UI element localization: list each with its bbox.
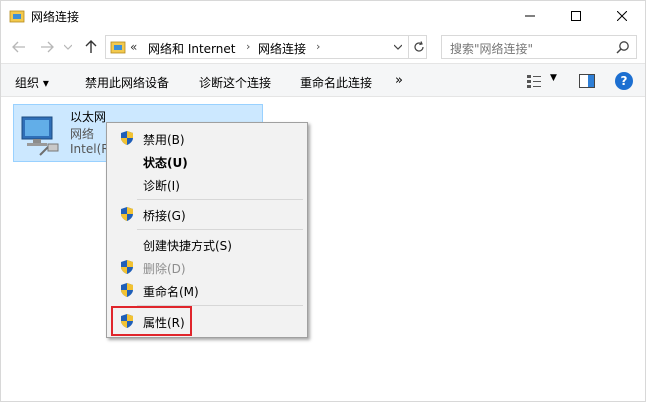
arrow-right-icon bbox=[41, 41, 54, 53]
adapter-device: Intel(R bbox=[70, 142, 110, 156]
view-dropdown-button[interactable]: ▼ bbox=[550, 73, 557, 83]
uac-shield-icon bbox=[121, 260, 133, 274]
search-box[interactable]: 搜索"网络连接" bbox=[441, 35, 637, 59]
address-bar[interactable]: « 网络和 Internet › 网络连接 › bbox=[105, 35, 427, 59]
chevron-down-icon bbox=[394, 44, 402, 50]
forward-button[interactable] bbox=[37, 37, 57, 57]
more-commands-button[interactable]: » bbox=[395, 73, 403, 88]
breadcrumb-network-connections[interactable]: 网络连接 bbox=[258, 40, 306, 57]
title-bar[interactable]: 网络连接 bbox=[1, 1, 645, 31]
uac-shield-icon bbox=[121, 283, 133, 297]
network-folder-icon bbox=[110, 41, 126, 54]
breadcrumb-separator[interactable]: › bbox=[246, 40, 250, 53]
minimize-icon bbox=[525, 15, 535, 17]
menu-item-diagnose[interactable]: 诊断(I) bbox=[109, 173, 305, 195]
refresh-icon bbox=[413, 41, 424, 52]
view-options-icon[interactable] bbox=[526, 73, 542, 89]
menu-item-label: 重命名(M) bbox=[143, 285, 199, 299]
close-icon bbox=[617, 11, 627, 21]
properties-highlight-box bbox=[111, 306, 192, 336]
adapter-name: 以太网 bbox=[70, 110, 107, 124]
maximize-icon bbox=[571, 11, 581, 21]
menu-item-label: 诊断(I) bbox=[143, 179, 180, 193]
search-placeholder: 搜索"网络连接" bbox=[450, 42, 534, 56]
recent-locations-button[interactable] bbox=[61, 37, 75, 57]
connections-list: 以太网 网络 Intel(R bbox=[1, 97, 645, 401]
breadcrumb-network-internet[interactable]: 网络和 Internet bbox=[148, 40, 235, 57]
network-connections-window: 网络连接 « 网络和 Internet › 网络连接 › 搜索"网络连接" 组织… bbox=[0, 0, 646, 402]
command-bar: 组织 ▾ 禁用此网络设备 诊断这个连接 重命名此连接 » ▼ ? bbox=[1, 63, 645, 97]
context-menu: 禁用(B) 状态(U) 诊断(I) 桥接(G) 创建快捷方式(S) 删除(D) … bbox=[106, 122, 308, 338]
preview-pane-icon[interactable] bbox=[579, 74, 595, 88]
menu-separator bbox=[137, 199, 303, 200]
menu-item-label: 禁用(B) bbox=[143, 133, 185, 147]
close-button[interactable] bbox=[599, 1, 645, 31]
refresh-button[interactable] bbox=[408, 36, 428, 58]
network-folder-icon bbox=[9, 10, 25, 23]
menu-separator bbox=[137, 229, 303, 230]
back-button[interactable] bbox=[9, 37, 29, 57]
menu-item-bridge[interactable]: 桥接(G) bbox=[109, 203, 305, 225]
search-icon[interactable] bbox=[616, 40, 630, 54]
diagnose-connection-button[interactable]: 诊断这个连接 bbox=[199, 74, 271, 91]
menu-item-rename[interactable]: 重命名(M) bbox=[109, 279, 305, 301]
breadcrumb-overflow[interactable]: « bbox=[130, 40, 137, 54]
maximize-button[interactable] bbox=[553, 1, 599, 31]
address-row: « 网络和 Internet › 网络连接 › 搜索"网络连接" bbox=[1, 31, 645, 63]
menu-item-status[interactable]: 状态(U) bbox=[109, 150, 305, 172]
chevron-down-icon bbox=[64, 44, 72, 50]
uac-shield-icon bbox=[121, 131, 133, 145]
menu-item-create-shortcut[interactable]: 创建快捷方式(S) bbox=[109, 233, 305, 255]
help-icon[interactable]: ? bbox=[615, 72, 633, 90]
breadcrumb-separator[interactable]: › bbox=[316, 40, 320, 53]
menu-item-label: 创建快捷方式(S) bbox=[143, 239, 232, 253]
adapter-status: 网络 bbox=[70, 127, 95, 141]
arrow-left-icon bbox=[12, 41, 25, 53]
ethernet-adapter-icon bbox=[21, 116, 59, 156]
menu-item-disable[interactable]: 禁用(B) bbox=[109, 127, 305, 149]
uac-shield-icon bbox=[121, 207, 133, 221]
up-button[interactable] bbox=[81, 37, 101, 57]
menu-item-label: 状态(U) bbox=[143, 156, 188, 170]
address-dropdown-button[interactable] bbox=[390, 39, 406, 55]
disable-device-button[interactable]: 禁用此网络设备 bbox=[85, 74, 169, 91]
menu-item-delete: 删除(D) bbox=[109, 256, 305, 278]
organize-button[interactable]: 组织 ▾ bbox=[15, 74, 49, 91]
menu-item-label: 删除(D) bbox=[143, 262, 186, 276]
arrow-up-icon bbox=[85, 40, 97, 53]
rename-connection-button[interactable]: 重命名此连接 bbox=[300, 74, 372, 91]
minimize-button[interactable] bbox=[507, 1, 553, 31]
window-title: 网络连接 bbox=[31, 10, 80, 24]
menu-item-label: 桥接(G) bbox=[143, 209, 186, 223]
